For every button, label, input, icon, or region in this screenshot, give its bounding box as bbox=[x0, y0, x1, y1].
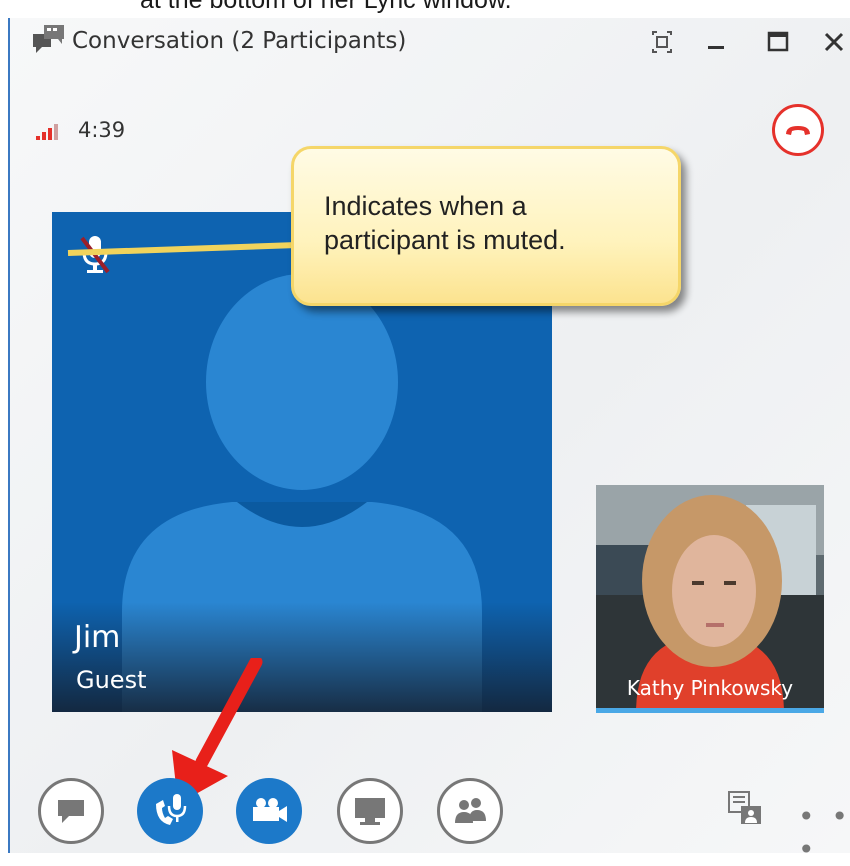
video-participant-name: Kathy Pinkowsky bbox=[626, 676, 794, 700]
audio-button[interactable] bbox=[137, 778, 203, 844]
present-screen-icon bbox=[355, 798, 385, 825]
close-button[interactable] bbox=[814, 22, 850, 62]
conversation-window: Conversation (2 Participants) 4:39 Jim G… bbox=[8, 18, 850, 866]
minimize-icon bbox=[708, 46, 724, 49]
participant-role: Guest bbox=[76, 666, 147, 694]
maximize-icon bbox=[767, 31, 789, 52]
conversation-icon bbox=[33, 25, 64, 53]
close-icon bbox=[824, 32, 844, 52]
present-button[interactable] bbox=[337, 778, 403, 844]
im-button[interactable] bbox=[38, 778, 104, 844]
callout-text-line2: participant is muted. bbox=[324, 225, 566, 255]
full-screen-icon bbox=[652, 31, 672, 53]
layout-button[interactable] bbox=[725, 788, 765, 828]
caption-text: at the bottom of her Lync window. bbox=[140, 0, 512, 14]
call-duration: 4:39 bbox=[78, 118, 126, 142]
participants-icon bbox=[455, 798, 486, 823]
conversation-toolbar: • • • bbox=[10, 778, 850, 866]
title-bar: Conversation (2 Participants) bbox=[10, 18, 850, 68]
callout-text-line1: Indicates when a bbox=[324, 191, 527, 221]
signal-strength-icon bbox=[36, 124, 58, 140]
participants-button[interactable] bbox=[437, 778, 503, 844]
hang-up-phone-icon bbox=[786, 126, 810, 135]
video-camera-icon bbox=[253, 798, 287, 822]
maximize-button[interactable] bbox=[758, 22, 798, 62]
full-screen-button[interactable] bbox=[642, 22, 682, 62]
minimize-button[interactable] bbox=[696, 22, 736, 62]
phone-mic-icon bbox=[156, 794, 187, 825]
hang-up-button[interactable] bbox=[772, 104, 824, 156]
window-title: Conversation (2 Participants) bbox=[72, 28, 407, 54]
video-button[interactable] bbox=[236, 778, 302, 844]
participant-name: Jim bbox=[74, 620, 121, 655]
im-chat-icon bbox=[58, 800, 84, 823]
tile-name-overlay bbox=[52, 602, 552, 712]
self-video-preview[interactable]: Kathy Pinkowsky bbox=[596, 485, 824, 713]
conversation-layout-icon bbox=[728, 791, 761, 824]
mute-callout: Indicates when a participant is muted. bbox=[291, 146, 681, 306]
more-options-button[interactable]: • • • bbox=[798, 800, 850, 866]
